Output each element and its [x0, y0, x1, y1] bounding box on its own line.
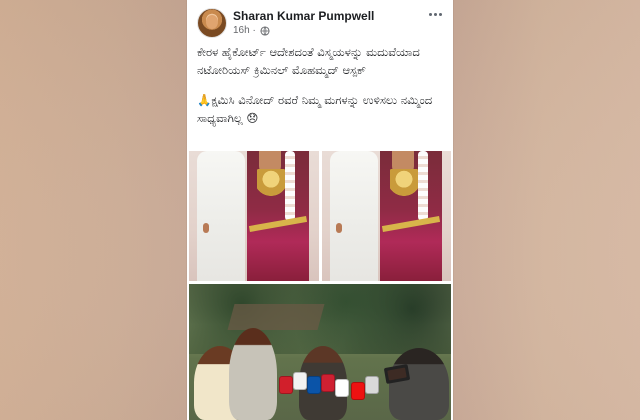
author-name[interactable]: Sharan Kumar Pumpwell — [233, 9, 374, 23]
media-interview-photo[interactable] — [189, 284, 451, 420]
microphone — [307, 376, 321, 394]
groom — [329, 151, 378, 281]
person — [229, 328, 277, 420]
author-avatar[interactable] — [197, 8, 227, 38]
wedding-photo-right[interactable] — [321, 151, 451, 281]
microphone — [293, 372, 307, 390]
microphone — [279, 376, 293, 394]
globe-icon — [260, 25, 270, 36]
microphone — [321, 374, 335, 392]
bride-flowers — [417, 151, 428, 221]
building-roof — [227, 304, 325, 330]
groom — [197, 151, 245, 281]
post-time[interactable]: 16h · — [233, 25, 256, 36]
more-options-icon[interactable] — [425, 6, 445, 22]
avatar-face — [206, 15, 218, 29]
post-meta: 16h · — [233, 25, 270, 36]
post-text: ಕೇರಳ ಹೈಕೋರ್ಟ್ ಆದೇಶದಂತೆ ವಿಸ್ಮಯಳನ್ನು ಮದುವೆ… — [197, 43, 445, 139]
more-dot — [428, 12, 432, 16]
more-dot — [438, 12, 442, 16]
microphone — [351, 382, 365, 400]
groom-hand — [203, 223, 209, 233]
wedding-photo-left[interactable] — [189, 151, 319, 281]
post-paragraph-2: 🙏ಕ್ಷಮಿಸಿ ವಿನೋದ್ ರವರೆ ನಿಮ್ಮ ಮಗಳನ್ನು ಉಳಿಸಲ… — [197, 93, 433, 125]
bride-necklace — [389, 169, 418, 203]
wedding-photo-collage[interactable] — [189, 151, 451, 281]
microphone — [365, 376, 379, 394]
more-dot — [433, 12, 437, 16]
microphone — [335, 379, 349, 397]
post-paragraph-1: ಕೇರಳ ಹೈಕೋರ್ಟ್ ಆದೇಶದಂತೆ ವಿಸ್ಮಯಳನ್ನು ಮದುವೆ… — [197, 45, 420, 77]
post-header: Sharan Kumar Pumpwell 16h · — [187, 0, 453, 42]
facebook-post-card: Sharan Kumar Pumpwell 16h · ಕೇರಳ ಹೈಕೋರ್ಟ… — [187, 0, 453, 420]
bride-flowers — [285, 151, 295, 221]
bride-necklace — [257, 169, 285, 203]
groom-hand — [335, 223, 342, 233]
person — [389, 348, 449, 420]
